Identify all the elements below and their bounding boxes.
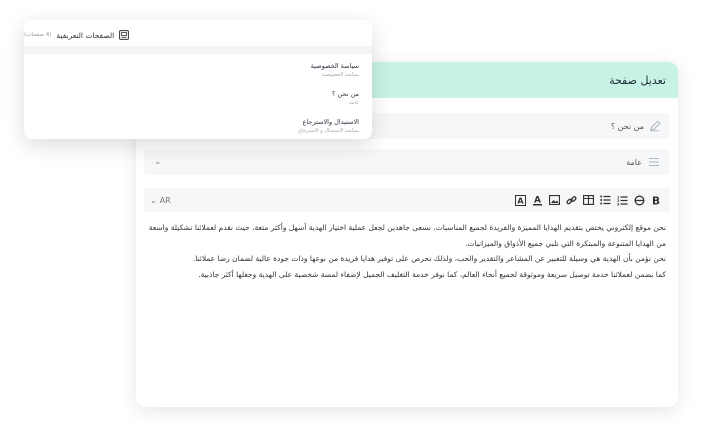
item-subtitle: سياسة الخصوصية [321, 72, 359, 78]
language-select[interactable]: ⌄ AR [150, 196, 171, 205]
item-subtitle: عامة [349, 100, 359, 106]
editor-toolbar: ⌄ AR A A 1 2 3 B [144, 188, 670, 212]
bullet-list-icon[interactable] [599, 194, 611, 206]
dropdown-title: الصفحات التعريفية [56, 30, 115, 40]
bold-icon[interactable]: B [650, 194, 662, 206]
page-title: تعديل صفحة [609, 73, 666, 87]
divider [24, 46, 372, 54]
svg-text:A: A [517, 196, 524, 205]
page-title-value[interactable]: من نحن ؟ [611, 122, 644, 131]
svg-text:B: B [652, 195, 660, 206]
edit-pen-icon [650, 120, 661, 132]
content-paragraph: نحن موقع إلكتروني يختص بتقديم الهدايا ال… [148, 223, 666, 248]
dropdown-count: (4 صفحات) [24, 32, 52, 38]
content-paragraph: نحن نؤمن بأن الهدية هي وسيلة للتعبير عن … [192, 254, 666, 263]
text-color-icon[interactable]: A [531, 194, 543, 206]
dropdown-item-returns[interactable]: الاستبدال والاسترجاع سياسة الاستبدال و ا… [24, 118, 372, 135]
pages-icon [119, 30, 130, 40]
dropdown-header: الصفحات التعريفية (4 صفحات) [24, 27, 372, 43]
item-title: من نحن ؟ [332, 90, 359, 98]
strikethrough-icon[interactable] [633, 194, 645, 206]
page-type-select[interactable]: ⌄ عامة [144, 149, 670, 175]
highlight-icon[interactable]: A [514, 194, 526, 206]
dropdown-item-privacy[interactable]: سياسة الخصوصية سياسة الخصوصية [24, 62, 372, 79]
chevron-down-icon[interactable]: ⌄ [154, 157, 162, 167]
item-subtitle: سياسة الاستبدال و الاسترجاع [298, 128, 359, 134]
editor-content[interactable]: نحن موقع إلكتروني يختص بتقديم الهدايا ال… [144, 212, 670, 282]
language-label: AR [159, 195, 171, 205]
menu-lines-icon [649, 158, 659, 166]
rich-text-editor[interactable]: ⌄ AR A A 1 2 3 B نحن موقع إلكتروني يختص … [144, 188, 670, 402]
image-icon[interactable] [548, 194, 560, 206]
item-title: الاستبدال والاسترجاع [302, 118, 359, 126]
dropdown-item-about[interactable]: من نحن ؟ عامة [24, 90, 372, 107]
ordered-list-icon[interactable]: 123 [616, 194, 628, 206]
content-paragraph: كما نضمن لعملائنا خدمة توصيل سريعة وموثو… [198, 269, 666, 279]
page-type-value[interactable]: عامة [626, 158, 642, 167]
pages-dropdown: الصفحات التعريفية (4 صفحات) سياسة الخصوص… [24, 20, 372, 139]
svg-text:3: 3 [617, 202, 620, 206]
link-icon[interactable] [565, 194, 577, 206]
table-icon[interactable] [582, 194, 594, 206]
item-title: سياسة الخصوصية [310, 62, 359, 70]
chevron-down-icon: ⌄ [150, 195, 157, 205]
